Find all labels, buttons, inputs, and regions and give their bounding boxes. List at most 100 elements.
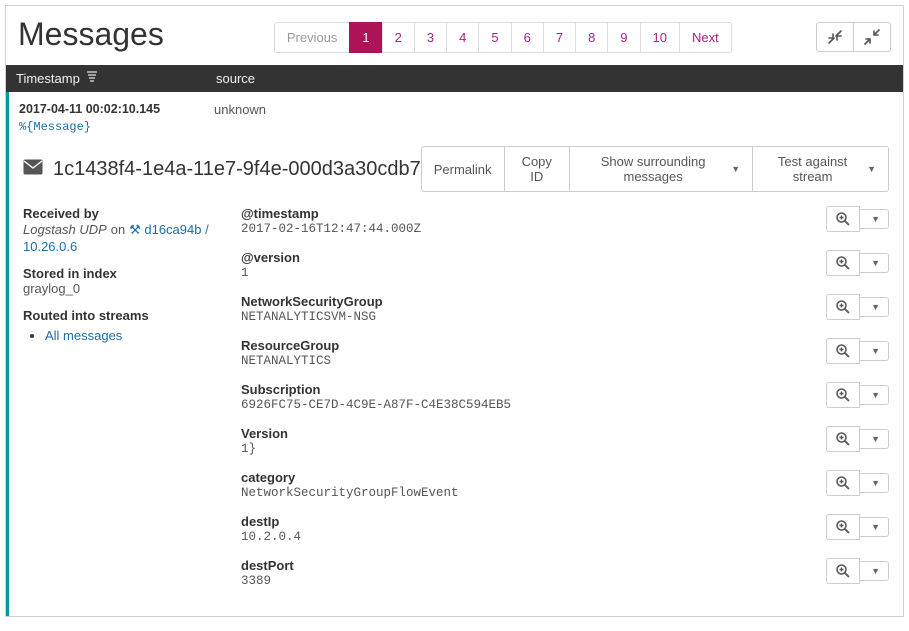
field-dropdown-button[interactable]: ▼	[859, 209, 889, 229]
zoom-in-icon	[835, 299, 851, 315]
received-by-label: Received by	[23, 206, 223, 221]
envelope-icon	[23, 159, 43, 180]
field-search-button[interactable]	[826, 250, 860, 276]
test-stream-label: Test against stream	[765, 154, 860, 184]
field-key: NetworkSecurityGroup	[241, 294, 826, 309]
chevron-down-icon: ▼	[871, 390, 880, 400]
chevron-down-icon: ▼	[871, 434, 880, 444]
chevron-down-icon: ▼	[867, 164, 876, 174]
field-row: Version1} ▼	[241, 426, 889, 470]
field-key: @version	[241, 250, 826, 265]
on-text: on	[111, 222, 125, 237]
chevron-down-icon: ▼	[871, 214, 880, 224]
page-previous: Previous	[274, 22, 351, 53]
column-source[interactable]: source	[206, 65, 265, 92]
field-value: 10.2.0.4	[241, 530, 826, 544]
page-1[interactable]: 1	[349, 22, 382, 53]
field-row: ResourceGroupNETANALYTICS ▼	[241, 338, 889, 382]
zoom-in-icon	[835, 343, 851, 359]
row-message-template: %{Message}	[19, 120, 214, 134]
field-value: NETANALYTICSVM-NSG	[241, 310, 826, 324]
page-6[interactable]: 6	[511, 22, 544, 53]
field-row: @version1 ▼	[241, 250, 889, 294]
field-search-button[interactable]	[826, 338, 860, 364]
field-search-button[interactable]	[826, 294, 860, 320]
field-key: ResourceGroup	[241, 338, 826, 353]
table-header: Timestamp source	[6, 65, 903, 92]
field-row: destIp10.2.0.4▼	[241, 514, 889, 558]
chevron-down-icon: ▼	[871, 478, 880, 488]
radix-icon: ⚒	[129, 222, 141, 237]
sort-desc-icon	[86, 71, 98, 86]
page-7[interactable]: 7	[543, 22, 576, 53]
field-dropdown-button[interactable]: ▼	[859, 297, 889, 317]
field-row: @timestamp2017-02-16T12:47:44.000Z ▼	[241, 206, 889, 250]
surrounding-messages-button[interactable]: Show surrounding messages ▼	[569, 146, 753, 192]
field-row: NetworkSecurityGroupNETANALYTICSVM-NSG ▼	[241, 294, 889, 338]
field-value: 1	[241, 266, 826, 280]
page-5[interactable]: 5	[478, 22, 511, 53]
page-next[interactable]: Next	[679, 22, 732, 53]
field-search-button[interactable]	[826, 558, 860, 584]
page-title: Messages	[18, 16, 164, 53]
routed-streams-label: Routed into streams	[23, 308, 223, 323]
chevron-down-icon: ▼	[871, 258, 880, 268]
zoom-in-icon	[835, 475, 851, 491]
field-search-button[interactable]	[826, 426, 860, 452]
field-dropdown-button[interactable]: ▼	[859, 385, 889, 405]
zoom-in-icon	[835, 519, 851, 535]
field-search-button[interactable]	[826, 206, 860, 232]
surrounding-label: Show surrounding messages	[582, 154, 724, 184]
chevron-down-icon: ▼	[871, 522, 880, 532]
chevron-down-icon: ▼	[871, 566, 880, 576]
field-value: 6926FC75-CE7D-4C9E-A87F-C4E38C594EB5	[241, 398, 826, 412]
index-name: graylog_0	[23, 281, 223, 296]
expand-all-button[interactable]	[816, 22, 854, 52]
stream-link[interactable]: All messages	[45, 328, 122, 343]
field-key: category	[241, 470, 826, 485]
field-search-button[interactable]	[826, 470, 860, 496]
column-timestamp-label: Timestamp	[16, 71, 80, 86]
expand-icon	[827, 29, 843, 45]
zoom-in-icon	[835, 431, 851, 447]
field-search-button[interactable]	[826, 382, 860, 408]
pagination: Previous 1 2 3 4 5 6 7 8 9 10 Next	[274, 22, 732, 53]
page-9[interactable]: 9	[607, 22, 640, 53]
chevron-down-icon: ▼	[731, 164, 740, 174]
field-key: Subscription	[241, 382, 826, 397]
field-dropdown-button[interactable]: ▼	[859, 517, 889, 537]
field-value: NETANALYTICS	[241, 354, 826, 368]
zoom-in-icon	[835, 387, 851, 403]
field-key: Version	[241, 426, 826, 441]
column-timestamp[interactable]: Timestamp	[6, 65, 206, 92]
field-dropdown-button[interactable]: ▼	[859, 561, 889, 581]
field-value: NetworkSecurityGroupFlowEvent	[241, 486, 826, 500]
page-3[interactable]: 3	[414, 22, 447, 53]
input-name: Logstash UDP	[23, 222, 107, 237]
page-2[interactable]: 2	[382, 22, 415, 53]
field-dropdown-button[interactable]: ▼	[859, 341, 889, 361]
zoom-in-icon	[835, 255, 851, 271]
collapse-icon	[864, 29, 880, 45]
stored-in-label: Stored in index	[23, 266, 223, 281]
copy-id-button[interactable]: Copy ID	[504, 146, 570, 192]
permalink-button[interactable]: Permalink	[421, 146, 505, 192]
field-value: 2017-02-16T12:47:44.000Z	[241, 222, 826, 236]
field-value: 1}	[241, 442, 826, 456]
field-dropdown-button[interactable]: ▼	[859, 429, 889, 449]
row-timestamp: 2017-04-11 00:02:10.145	[19, 102, 214, 116]
field-key: @timestamp	[241, 206, 826, 221]
test-against-stream-button[interactable]: Test against stream ▼	[752, 146, 889, 192]
chevron-down-icon: ▼	[871, 346, 880, 356]
page-10[interactable]: 10	[640, 22, 680, 53]
page-4[interactable]: 4	[446, 22, 479, 53]
collapse-all-button[interactable]	[853, 22, 891, 52]
field-dropdown-button[interactable]: ▼	[859, 253, 889, 273]
field-value: 3389	[241, 574, 826, 588]
table-row[interactable]: 2017-04-11 00:02:10.145 %{Message} unkno…	[6, 92, 903, 138]
field-dropdown-button[interactable]: ▼	[859, 473, 889, 493]
field-search-button[interactable]	[826, 514, 860, 540]
field-row: categoryNetworkSecurityGroupFlowEvent ▼	[241, 470, 889, 514]
page-8[interactable]: 8	[575, 22, 608, 53]
field-row: Subscription6926FC75-CE7D-4C9E-A87F-C4E3…	[241, 382, 889, 426]
